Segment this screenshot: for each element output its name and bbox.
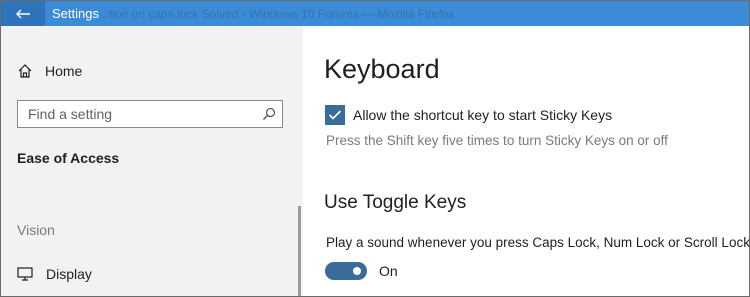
sticky-keys-shortcut-checkbox-row[interactable]: Allow the shortcut key to start Sticky K… bbox=[325, 105, 612, 125]
toggle-knob bbox=[353, 267, 361, 275]
toggle-keys-switch-row[interactable]: On bbox=[325, 261, 398, 281]
category-label-vision: Vision bbox=[17, 222, 55, 238]
sidebar-item-display[interactable]: Display bbox=[17, 264, 92, 284]
back-arrow-icon bbox=[16, 9, 30, 18]
toggle-keys-heading: Use Toggle Keys bbox=[324, 192, 467, 213]
window-title: Settings bbox=[52, 6, 99, 21]
title-bar: …tion on caps lock Solved - Windows 10 F… bbox=[1, 1, 749, 26]
toggle-keys-description: Play a sound whenever you press Caps Loc… bbox=[326, 235, 750, 250]
sidebar-item-label: Display bbox=[46, 266, 92, 282]
search-box bbox=[17, 100, 283, 128]
toggle-keys-switch[interactable] bbox=[325, 262, 367, 280]
toggle-state-label: On bbox=[379, 263, 398, 279]
sidebar-item-home[interactable]: Home bbox=[17, 61, 82, 81]
home-icon bbox=[18, 64, 32, 78]
sidebar: Home Ease of Access Vision Display bbox=[1, 26, 303, 296]
checkmark-icon bbox=[328, 110, 342, 120]
main-panel: Keyboard Allow the shortcut key to start… bbox=[303, 26, 749, 296]
monitor-icon bbox=[17, 267, 33, 281]
sticky-keys-hint: Press the Shift key five times to turn S… bbox=[326, 133, 668, 148]
search-icon[interactable] bbox=[262, 107, 276, 121]
back-button[interactable] bbox=[1, 1, 45, 26]
sticky-keys-shortcut-checkbox[interactable] bbox=[325, 105, 345, 125]
checkbox-label: Allow the shortcut key to start Sticky K… bbox=[353, 107, 613, 123]
search-input[interactable] bbox=[18, 101, 264, 127]
page-title: Keyboard bbox=[324, 54, 440, 84]
section-title: Ease of Access bbox=[17, 150, 120, 166]
sidebar-scrollbar[interactable] bbox=[298, 206, 301, 296]
background-window-title: …tion on caps lock Solved - Windows 10 F… bbox=[97, 7, 455, 21]
sidebar-item-label: Home bbox=[45, 63, 83, 79]
settings-window: …tion on caps lock Solved - Windows 10 F… bbox=[0, 0, 750, 297]
